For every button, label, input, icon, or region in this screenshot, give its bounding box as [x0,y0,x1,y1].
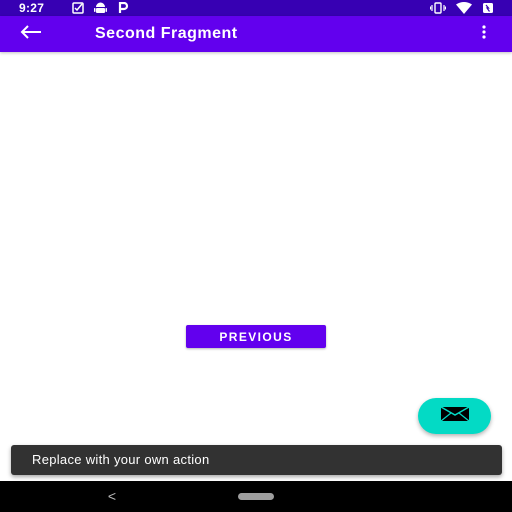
back-button[interactable] [20,22,52,46]
wifi-icon [456,2,472,14]
vibrate-icon [430,2,446,14]
app-bar: Second Fragment [0,16,512,52]
android-icon [94,2,107,14]
screen: 9:27 Second Fragment PREVIOUS Replace wi… [0,0,512,512]
navigation-bar: < [0,481,512,512]
email-icon [440,405,470,427]
previous-button[interactable]: PREVIOUS [186,325,326,348]
notification-icons [72,1,129,15]
battery-icon [482,2,494,14]
overflow-menu-button[interactable] [476,24,492,44]
system-icons [430,1,494,15]
email-fab[interactable] [418,398,491,434]
snackbar-message: Replace with your own action [32,452,210,467]
parking-icon [117,2,129,14]
snackbar: Replace with your own action [11,445,502,475]
nav-home-pill[interactable] [238,493,274,500]
status-time: 9:27 [19,1,45,15]
arrow-back-icon [20,24,42,44]
more-vert-icon [482,24,486,44]
page-title: Second Fragment [95,25,238,42]
task-check-icon [72,2,84,14]
nav-back-button[interactable]: < [104,487,120,505]
status-bar: 9:27 [0,0,512,16]
